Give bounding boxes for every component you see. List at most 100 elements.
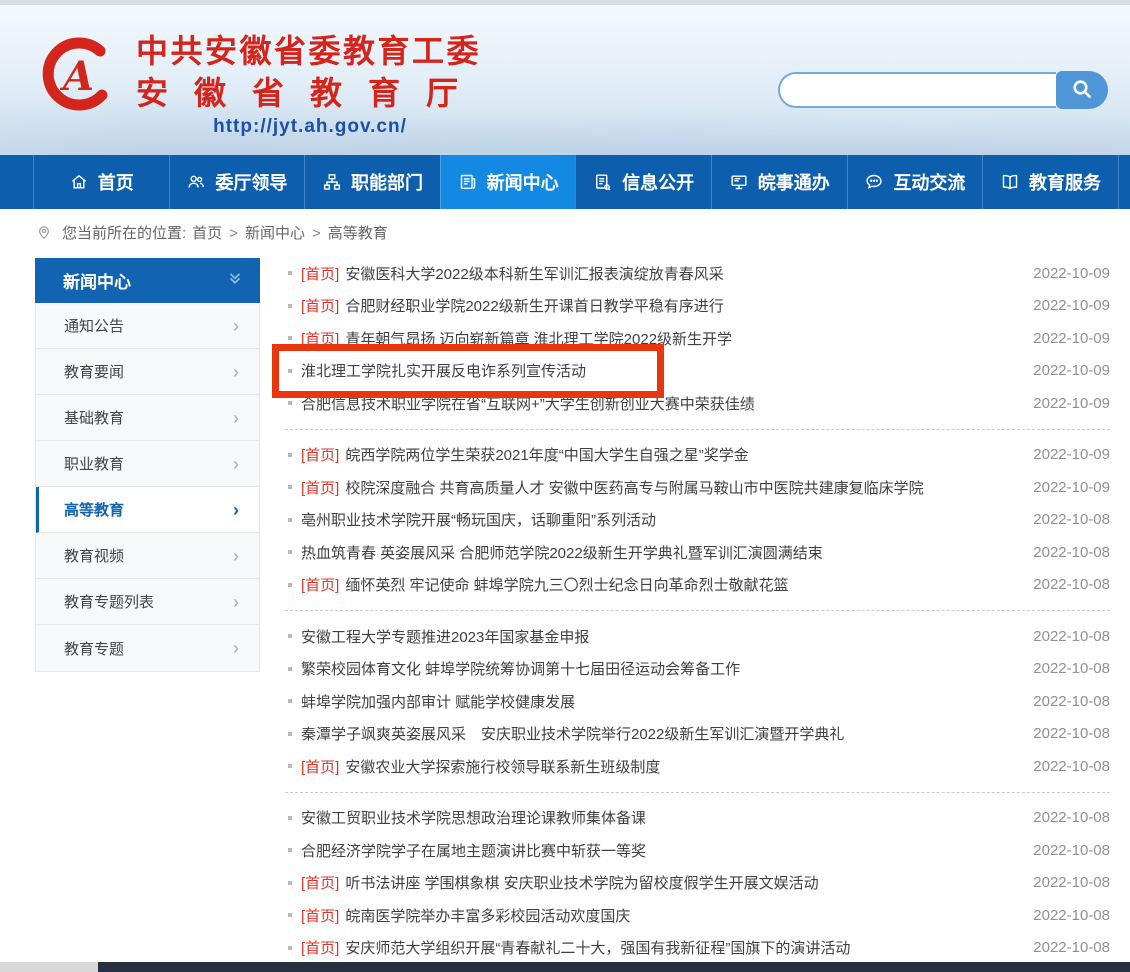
news-title[interactable]: 淮北理工学院扎实开展反电诈系列宣传活动 xyxy=(301,360,1021,381)
front-page-tag: [首页] xyxy=(301,872,339,893)
chevron-right-icon: › xyxy=(233,639,239,657)
chevron-right-icon: › xyxy=(233,409,239,427)
news-list-item[interactable]: [首页] 听书法讲座 学围棋象棋 安庆职业技术学院为留校度假学生开展文娱活动 2… xyxy=(285,867,1110,900)
nav-item[interactable]: 信息公开 xyxy=(575,155,711,209)
news-title[interactable]: 合肥经济学院学子在属地主题演讲比赛中斩获一等奖 xyxy=(301,840,1021,861)
news-title[interactable]: 亳州职业技术学院开展“畅玩国庆，话聊重阳”系列活动 xyxy=(301,509,1021,530)
bullet-icon xyxy=(288,271,292,275)
breadcrumb-link[interactable]: 新闻中心 xyxy=(245,225,305,242)
news-list-item[interactable]: 秦潭学子飒爽英姿展风采 安庆职业技术学院举行2022级新生军训汇演暨开学典礼 2… xyxy=(285,718,1110,751)
nav-item[interactable]: 皖事通办 xyxy=(711,155,847,209)
news-title[interactable]: 安徽农业大学探索施行校领导联系新生班级制度 xyxy=(345,756,1021,777)
news-list-item[interactable]: [首页] 校院深度融合 共育高质量人才 安徽中医药高专与附属马鞍山市中医院共建康… xyxy=(285,471,1110,504)
sidebar-item[interactable]: 教育专题列表 › xyxy=(36,579,259,625)
chat-icon xyxy=(864,172,884,192)
bullet-icon xyxy=(288,732,292,736)
news-date: 2022-10-09 xyxy=(1033,265,1110,282)
site-logo[interactable]: A 中共安徽省委教育工委 安徽省教育厅 http://jyt.ah.gov.cn… xyxy=(34,31,484,138)
sidebar-item[interactable]: 基础教育 › xyxy=(36,395,259,441)
breadcrumb-separator: > xyxy=(312,225,321,242)
news-list-item[interactable]: 繁荣校园体育文化 蚌埠学院统筹协调第十七届田径运动会筹备工作 2022-10-0… xyxy=(285,653,1110,686)
nav-item[interactable]: 职能部门 xyxy=(304,155,440,209)
news-title[interactable]: 安庆师范大学组织开展“青春献礼二十大，强国有我新征程”国旗下的演讲活动 xyxy=(345,937,1021,958)
bullet-icon xyxy=(288,881,292,885)
news-date: 2022-10-09 xyxy=(1033,395,1110,412)
news-date: 2022-10-08 xyxy=(1033,628,1110,645)
news-date: 2022-10-09 xyxy=(1033,479,1110,496)
news-title[interactable]: 安徽工贸职业技术学院思想政治理论课教师集体备课 xyxy=(301,807,1021,828)
sidebar-item[interactable]: 职业教育 › xyxy=(36,441,259,487)
news-title[interactable]: 皖西学院两位学生荣获2021年度“中国大学生自强之星”奖学金 xyxy=(345,444,1021,465)
news-title[interactable]: 皖南医学院举办丰富多彩校园活动欢度国庆 xyxy=(345,905,1021,926)
breadcrumb-link[interactable]: 高等教育 xyxy=(328,225,388,242)
nav-item[interactable]: 首页 xyxy=(33,155,169,209)
org-title-line1: 中共安徽省委教育工委 xyxy=(136,31,484,71)
sidebar-item-label: 教育视频 xyxy=(64,545,124,566)
bullet-icon xyxy=(288,913,292,917)
news-title[interactable]: 安徽医科大学2022级本科新生军训汇报表演绽放青春风采 xyxy=(345,263,1021,284)
news-title[interactable]: 秦潭学子飒爽英姿展风采 安庆职业技术学院举行2022级新生军训汇演暨开学典礼 xyxy=(301,723,1021,744)
news-title[interactable]: 合肥财经职业学院2022级新生开课首日教学平稳有序进行 xyxy=(345,295,1021,316)
sidebar-list: 通知公告 › 教育要闻 › 基础教育 › 职业教育 › 高等教育 › xyxy=(35,303,260,672)
sidebar-item[interactable]: 教育专题 › xyxy=(36,625,259,671)
news-list-item[interactable]: [首页] 青年朝气昂扬 迈向崭新篇章 淮北理工学院2022级新生开学 2022-… xyxy=(285,322,1110,355)
site-header: A 中共安徽省委教育工委 安徽省教育厅 http://jyt.ah.gov.cn… xyxy=(0,5,1130,155)
nav-item-label: 首页 xyxy=(98,169,134,195)
bullet-icon xyxy=(288,485,292,489)
news-group-separator xyxy=(285,792,1110,793)
news-list-item[interactable]: 热血筑青春 英姿展风采 合肥师范学院2022级新生开学典礼暨军训汇演圆满结束 2… xyxy=(285,536,1110,569)
news-list-item[interactable]: [首页] 缅怀英烈 牢记使命 蚌埠学院九三〇烈士纪念日向革命烈士敬献花篮 202… xyxy=(285,569,1110,602)
double-chevron-down-icon xyxy=(226,269,244,292)
breadcrumb-separator: > xyxy=(229,225,238,242)
search-input[interactable] xyxy=(778,72,1056,108)
news-list-item[interactable]: [首页] 皖西学院两位学生荣获2021年度“中国大学生自强之星”奖学金 2022… xyxy=(285,439,1110,472)
news-title[interactable]: 合肥信息技术职业学院在省“互联网+”大学生创新创业大赛中荣获佳绩 xyxy=(301,393,1021,414)
news-list-item[interactable]: 蚌埠学院加强内部审计 赋能学校健康发展 2022-10-08 xyxy=(285,685,1110,718)
nav-item-label: 皖事通办 xyxy=(758,169,830,195)
news-date: 2022-10-08 xyxy=(1033,511,1110,528)
news-title[interactable]: 缅怀英烈 牢记使命 蚌埠学院九三〇烈士纪念日向革命烈士敬献花篮 xyxy=(345,574,1021,595)
sidebar-item[interactable]: 教育视频 › xyxy=(36,533,259,579)
sidebar: 新闻中心 通知公告 › 教育要闻 › 基础教育 › 职业教育 xyxy=(35,258,260,672)
news-title[interactable]: 听书法讲座 学围棋象棋 安庆职业技术学院为留校度假学生开展文娱活动 xyxy=(345,872,1021,893)
news-date: 2022-10-08 xyxy=(1033,544,1110,561)
sidebar-item[interactable]: 通知公告 › xyxy=(36,303,259,349)
news-list-item[interactable]: [首页] 安徽医科大学2022级本科新生军训汇报表演绽放青春风采 2022-10… xyxy=(285,257,1110,290)
news-title[interactable]: 青年朝气昂扬 迈向崭新篇章 淮北理工学院2022级新生开学 xyxy=(345,328,1021,349)
nav-item[interactable]: 新闻中心 xyxy=(440,155,576,209)
sidebar-item[interactable]: 高等教育 › xyxy=(36,487,259,533)
news-title[interactable]: 热血筑青春 英姿展风采 合肥师范学院2022级新生开学典礼暨军训汇演圆满结束 xyxy=(301,542,1021,563)
sidebar-item[interactable]: 教育要闻 › xyxy=(36,349,259,395)
news-list-item[interactable]: 合肥信息技术职业学院在省“互联网+”大学生创新创业大赛中荣获佳绩 2022-10… xyxy=(285,387,1110,420)
news-group-separator xyxy=(285,610,1110,611)
news-title[interactable]: 繁荣校园体育文化 蚌埠学院统筹协调第十七届田径运动会筹备工作 xyxy=(301,658,1021,679)
news-list-item[interactable]: 安徽工程大学专题推进2023年国家基金申报 2022-10-08 xyxy=(285,620,1110,653)
sidebar-header[interactable]: 新闻中心 xyxy=(35,258,260,303)
search-button[interactable] xyxy=(1056,71,1108,109)
bullet-icon xyxy=(288,550,292,554)
location-pin-icon xyxy=(36,222,52,242)
org-title-block: 中共安徽省委教育工委 安徽省教育厅 http://jyt.ah.gov.cn/ xyxy=(136,31,484,138)
news-date: 2022-10-09 xyxy=(1033,446,1110,463)
news-list-item[interactable]: 淮北理工学院扎实开展反电诈系列宣传活动 2022-10-09 xyxy=(285,355,1110,388)
news-list-item[interactable]: [首页] 皖南医学院举办丰富多彩校园活动欢度国庆 2022-10-08 xyxy=(285,899,1110,932)
news-list-item[interactable]: 合肥经济学院学子在属地主题演讲比赛中斩获一等奖 2022-10-08 xyxy=(285,834,1110,867)
news-title[interactable]: 校院深度融合 共育高质量人才 安徽中医药高专与附属马鞍山市中医院共建康复临床学院 xyxy=(345,477,1021,498)
front-page-tag: [首页] xyxy=(301,477,339,498)
sidebar-item-label: 通知公告 xyxy=(64,315,124,336)
front-page-tag: [首页] xyxy=(301,263,339,284)
nav-item[interactable]: 教育服务 xyxy=(982,155,1119,209)
nav-item[interactable]: 委厅领导 xyxy=(169,155,305,209)
news-list-item[interactable]: 安徽工贸职业技术学院思想政治理论课教师集体备课 2022-10-08 xyxy=(285,802,1110,835)
news-list-item[interactable]: [首页] 合肥财经职业学院2022级新生开课首日教学平稳有序进行 2022-10… xyxy=(285,290,1110,323)
bullet-icon xyxy=(288,946,292,950)
news-list-item[interactable]: 亳州职业技术学院开展“畅玩国庆，话聊重阳”系列活动 2022-10-08 xyxy=(285,504,1110,537)
news-title[interactable]: 蚌埠学院加强内部审计 赋能学校健康发展 xyxy=(301,691,1021,712)
breadcrumb-link[interactable]: 首页 xyxy=(192,225,222,242)
news-list-item[interactable]: [首页] 安庆师范大学组织开展“青春献礼二十大，强国有我新征程”国旗下的演讲活动… xyxy=(285,932,1110,965)
news-list-item[interactable]: [首页] 安徽农业大学探索施行校领导联系新生班级制度 2022-10-08 xyxy=(285,750,1110,783)
bullet-icon xyxy=(288,667,292,671)
news-title[interactable]: 安徽工程大学专题推进2023年国家基金申报 xyxy=(301,626,1021,647)
front-page-tag: [首页] xyxy=(301,295,339,316)
nav-item[interactable]: 互动交流 xyxy=(847,155,983,209)
